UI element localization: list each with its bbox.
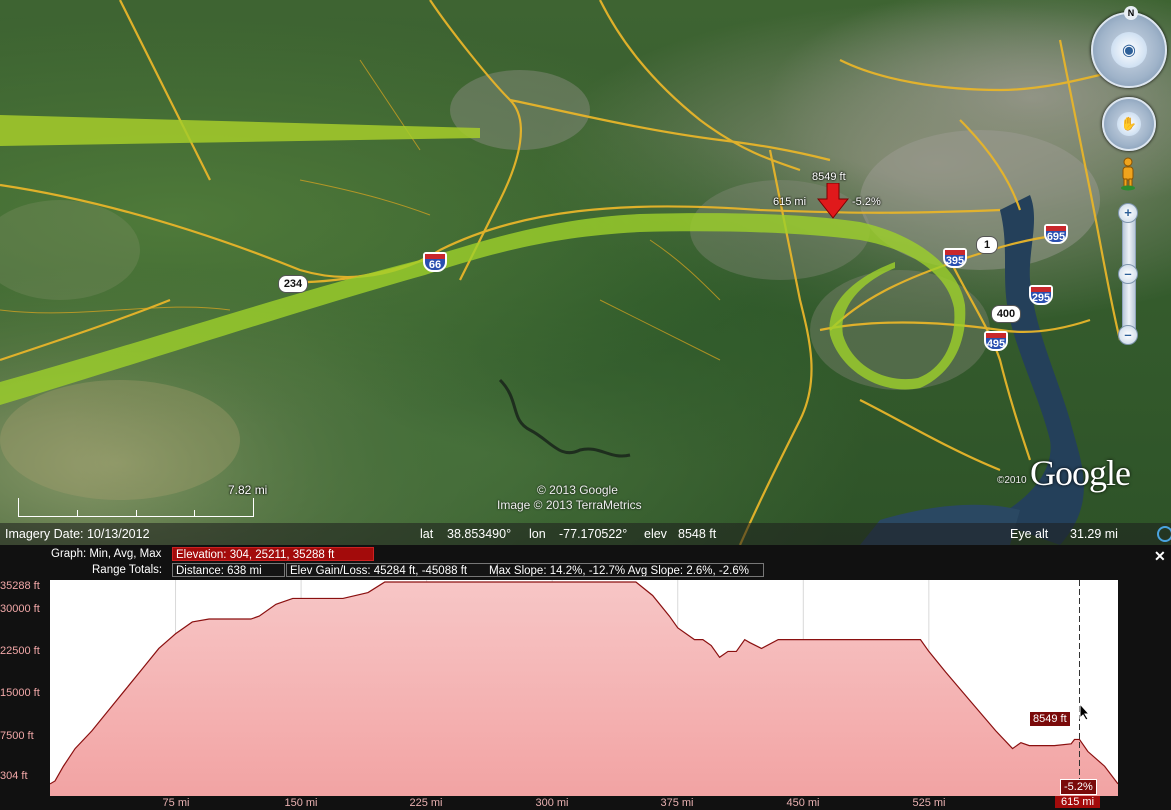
lon-value: -77.170522° — [559, 527, 628, 541]
x-tick-label: 300 mi — [535, 797, 569, 809]
scale-bar — [18, 498, 254, 517]
y-tick-label: 22500 ft — [0, 645, 40, 657]
hover-slope-tooltip: -5.2% — [1060, 779, 1097, 795]
graph-label: Graph: Min, Avg, Max — [51, 548, 162, 560]
i295-shield-icon: 295 — [1029, 285, 1053, 305]
eye-icon[interactable]: ◉ — [1111, 32, 1147, 68]
lat-value: 38.853490° — [447, 527, 512, 541]
i66-shield-icon: 66 — [423, 252, 447, 272]
elevation-chart-svg — [49, 580, 1119, 796]
y-tick-label: 304 ft — [0, 770, 28, 782]
elevation-chart[interactable] — [49, 580, 1119, 796]
x-tick-label: 225 mi — [409, 797, 443, 809]
scale-label: 7.82 mi — [228, 483, 268, 497]
x-tick-label: 375 mi — [660, 797, 694, 809]
elevation-area — [50, 582, 1118, 796]
red-down-arrow-icon — [817, 183, 849, 219]
elev-label: elev — [644, 527, 667, 541]
i395-shield-icon: 395 — [943, 248, 967, 268]
popup-distance: 615 mi — [773, 196, 807, 208]
range-distance: Distance: 638 mi — [172, 563, 285, 577]
i695-shield-icon: 695 — [1044, 224, 1068, 244]
popup-elevation: 8549 ft — [812, 171, 846, 183]
close-profile-button[interactable]: ✕ — [1154, 548, 1166, 565]
rt234-shield-icon: 234 — [278, 275, 308, 293]
copyright-imagery: Image © 2013 TerraMetrics — [497, 498, 642, 512]
imagery-date: Imagery Date: 10/13/2012 — [5, 527, 150, 541]
status-bar: Imagery Date: 10/13/2012 lat 38.853490° … — [0, 523, 1171, 545]
x-tick-label: 150 mi — [284, 797, 318, 809]
pegman-icon[interactable] — [1119, 157, 1137, 191]
zoom-out-icon[interactable]: – — [1118, 325, 1138, 345]
y-tick-label: 30000 ft — [0, 603, 40, 615]
x-hover-distance: 615 mi — [1055, 796, 1101, 808]
y-tick-label: 7500 ft — [0, 730, 34, 742]
x-tick-label: 75 mi — [162, 797, 190, 809]
map-overlay — [0, 0, 1122, 545]
lon-label: lon — [529, 527, 546, 541]
elev-value: 8548 ft — [678, 527, 717, 541]
zoom-thumb[interactable]: – — [1118, 264, 1138, 284]
google-logo: Google — [1030, 453, 1131, 493]
us1-shield-icon: 1 — [976, 236, 998, 254]
x-tick-label: 525 mi — [912, 797, 946, 809]
logo-year: ©2010 — [997, 475, 1027, 486]
range-gain-loss: Elev Gain/Loss: 45284 ft, -45088 ft — [286, 563, 498, 577]
hover-elevation-tooltip: 8549 ft — [1029, 711, 1071, 727]
north-indicator[interactable]: N — [1124, 6, 1138, 20]
range-totals-label: Range Totals: — [92, 564, 163, 576]
graph-elevation-stats[interactable]: Elevation: 304, 25211, 35288 ft — [172, 547, 374, 561]
streaming-globe-icon — [1157, 526, 1171, 542]
popup-slope: -5.2% — [852, 196, 881, 208]
eye-alt-value: 31.29 mi — [1070, 527, 1118, 541]
x-tick-label: 450 mi — [786, 797, 820, 809]
y-tick-label: 15000 ft — [0, 687, 40, 699]
move-ring-icon[interactable]: ✋ — [1102, 97, 1156, 151]
range-slope: Max Slope: 14.2%, -12.7% Avg Slope: 2.6%… — [486, 563, 764, 577]
look-ring-icon[interactable]: ◉ — [1091, 12, 1167, 88]
mouse-cursor-icon — [1079, 703, 1091, 721]
y-tick-label: 35288 ft — [0, 580, 40, 592]
zoom-in-icon[interactable]: + — [1118, 203, 1138, 223]
copyright-google: © 2013 Google — [537, 483, 618, 497]
eye-alt-label: Eye alt — [1010, 527, 1049, 541]
map-view[interactable]: 66 395 695 295 495 1 234 400 8549 ft 615… — [0, 0, 1171, 545]
i495-shield-icon: 495 — [984, 331, 1008, 351]
rt400-shield-icon: 400 — [991, 305, 1021, 323]
lat-label: lat — [420, 527, 434, 541]
hand-icon[interactable]: ✋ — [1117, 112, 1141, 136]
